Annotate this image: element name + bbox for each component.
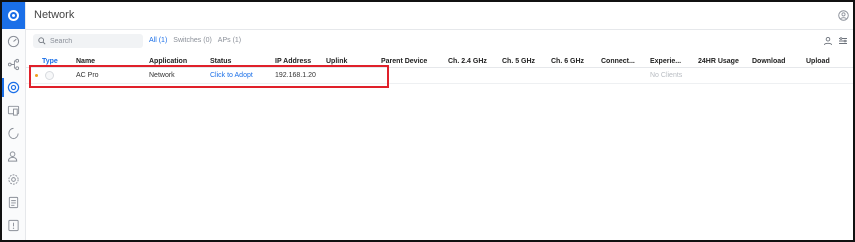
users-icon[interactable] (7, 150, 20, 163)
column-header-name[interactable]: Name (76, 58, 95, 65)
topology-icon[interactable] (7, 58, 20, 71)
ubiquiti-logo-icon[interactable] (2, 2, 25, 29)
column-header-ch-24ghz[interactable]: Ch. 2.4 GHz (448, 58, 487, 65)
column-header-experience[interactable]: Experie... (650, 58, 681, 65)
filter-switches[interactable]: Switches (0) (173, 37, 212, 44)
app-window: Network All (1) Switches (0) APs (1) Typ… (0, 0, 855, 242)
search-box[interactable] (33, 34, 143, 48)
column-settings-icon[interactable] (838, 36, 848, 46)
top-bar: Network (26, 2, 853, 30)
account-icon[interactable] (838, 10, 849, 21)
column-header-type[interactable]: Type (42, 58, 58, 65)
dashboard-icon[interactable] (7, 35, 20, 48)
column-header-download[interactable]: Download (752, 58, 785, 65)
page-title: Network (34, 9, 75, 21)
filter-aps[interactable]: APs (1) (218, 37, 241, 44)
column-header-upload[interactable]: Upload (806, 58, 830, 65)
cell-experience: No Clients (650, 72, 683, 79)
device-filter-tabs: All (1) Switches (0) APs (1) (149, 37, 241, 44)
column-header-uplink[interactable]: Uplink (326, 58, 347, 65)
insights-icon[interactable] (7, 127, 20, 140)
alerts-icon[interactable] (7, 219, 20, 232)
highlight-annotation (29, 65, 389, 88)
column-header-ch-6ghz[interactable]: Ch. 6 GHz (551, 58, 584, 65)
column-header-application[interactable]: Application (149, 58, 187, 65)
search-icon (38, 37, 46, 45)
column-header-status[interactable]: Status (210, 58, 231, 65)
devices-icon[interactable] (2, 78, 20, 97)
notes-icon[interactable] (7, 196, 20, 209)
settings-icon[interactable] (7, 173, 20, 186)
side-nav (2, 2, 26, 240)
column-header-connection[interactable]: Connect... (601, 58, 635, 65)
filter-all[interactable]: All (1) (149, 37, 167, 44)
clients-icon[interactable] (7, 104, 20, 117)
column-header-24hr-usage[interactable]: 24HR Usage (698, 58, 739, 65)
add-device-icon[interactable] (823, 36, 833, 46)
column-header-ch-5ghz[interactable]: Ch. 5 GHz (502, 58, 535, 65)
column-header-ip-address[interactable]: IP Address (275, 58, 311, 65)
search-input[interactable] (50, 37, 140, 45)
column-header-parent-device[interactable]: Parent Device (381, 58, 427, 65)
